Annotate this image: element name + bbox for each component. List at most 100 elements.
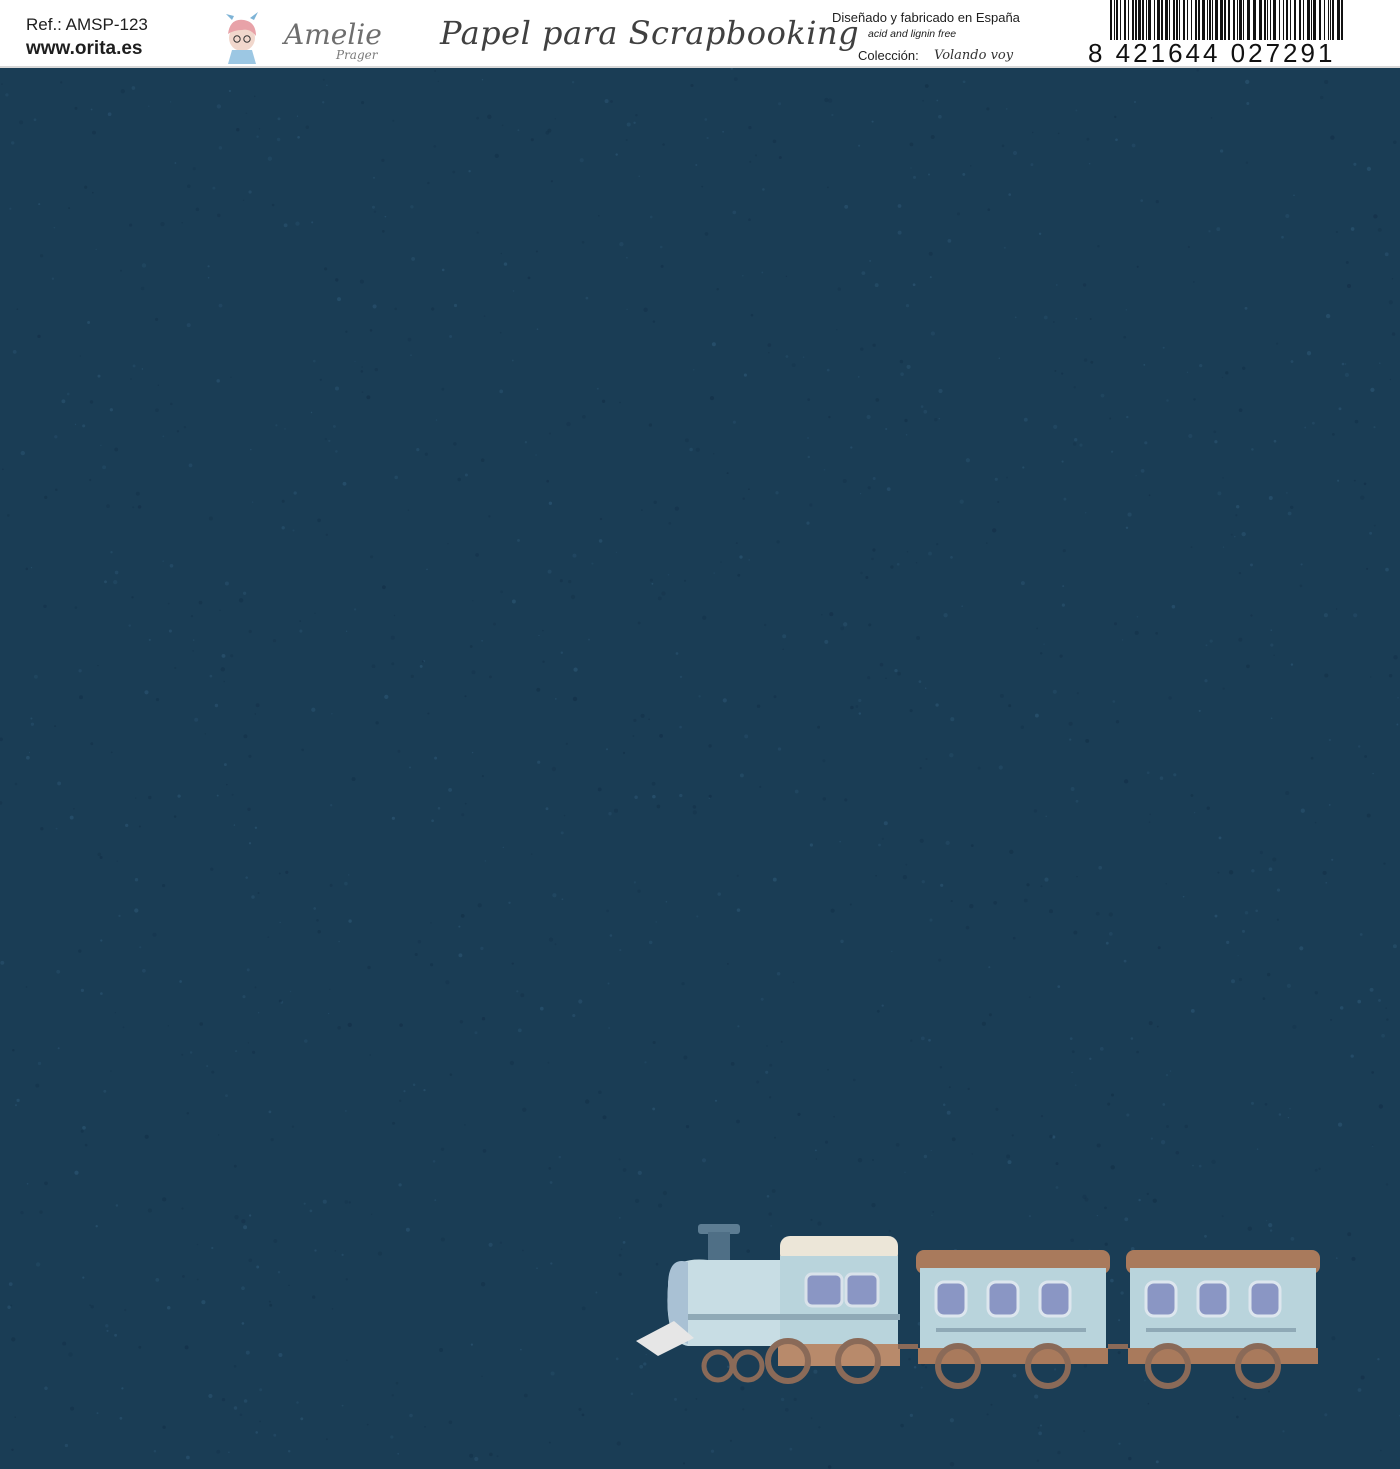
speckle xyxy=(1173,773,1177,777)
speckle xyxy=(714,1099,718,1102)
speckle xyxy=(708,744,712,748)
speckle xyxy=(792,981,795,983)
speckle xyxy=(1299,946,1304,951)
speckle xyxy=(1076,692,1079,695)
barcode-bar xyxy=(1330,0,1331,40)
speckle xyxy=(1110,450,1114,453)
speckle xyxy=(1182,895,1185,898)
barcode-bar xyxy=(1341,0,1343,40)
speckle xyxy=(11,1337,16,1342)
speckle xyxy=(155,698,160,702)
speckle xyxy=(449,1073,453,1076)
speckle xyxy=(1073,930,1078,935)
speckle xyxy=(578,999,583,1004)
speckle xyxy=(409,766,411,769)
speckle xyxy=(1262,997,1266,1000)
speckle xyxy=(910,167,912,169)
speckle xyxy=(986,107,990,111)
speckle xyxy=(1314,821,1317,824)
speckle xyxy=(267,156,273,161)
speckle xyxy=(1131,143,1136,148)
speckle xyxy=(289,990,292,993)
speckle xyxy=(174,162,177,164)
speckle xyxy=(397,1452,400,1455)
speckle xyxy=(372,176,376,179)
speckle xyxy=(1162,1103,1166,1106)
speckle xyxy=(1130,1037,1134,1040)
speckle xyxy=(28,751,31,754)
speckle xyxy=(285,870,289,874)
speckle xyxy=(1287,511,1292,516)
collection-value: Volando voy xyxy=(934,48,1014,63)
speckle xyxy=(1373,426,1376,429)
speckle xyxy=(1061,603,1065,607)
speckle xyxy=(412,1083,416,1087)
barcode-bar xyxy=(1154,0,1155,40)
speckle xyxy=(549,1181,553,1184)
speckle xyxy=(1222,477,1224,479)
speckle xyxy=(375,721,379,725)
speckle xyxy=(1008,704,1012,708)
speckle xyxy=(652,1041,656,1044)
speckle xyxy=(1053,321,1055,323)
speckle xyxy=(904,418,908,423)
barcode-bar xyxy=(1209,0,1211,40)
speckle xyxy=(458,925,461,928)
barcode-bar xyxy=(1270,0,1271,40)
speckle xyxy=(426,568,428,571)
speckle xyxy=(361,366,363,368)
speckle xyxy=(618,1158,621,1161)
speckle xyxy=(776,972,781,976)
speckle xyxy=(44,1181,48,1186)
speckle xyxy=(750,313,754,317)
speckle xyxy=(1040,1424,1042,1427)
speckle xyxy=(1036,1459,1040,1462)
speckle xyxy=(223,763,227,767)
speckle xyxy=(135,797,137,799)
speckle xyxy=(561,898,564,901)
speckle xyxy=(995,1107,999,1111)
barcode-bar xyxy=(1228,0,1230,40)
speckle xyxy=(1357,1388,1362,1392)
speckle xyxy=(131,86,136,90)
speckle xyxy=(377,1251,383,1256)
speckle xyxy=(1371,1144,1374,1147)
speckle xyxy=(279,921,281,924)
speckle xyxy=(939,1066,943,1069)
barcode-bar xyxy=(1290,0,1291,40)
speckle xyxy=(857,1158,863,1163)
speckle xyxy=(210,867,214,871)
speckle xyxy=(1314,1168,1318,1172)
speckle xyxy=(234,1215,239,1220)
speckle xyxy=(296,115,299,117)
speckle xyxy=(1380,1449,1382,1452)
speckle xyxy=(464,473,468,477)
speckle xyxy=(743,373,747,377)
speckle xyxy=(768,1096,772,1099)
barcode-bar xyxy=(1239,0,1242,40)
speckle xyxy=(1125,309,1128,311)
speckle xyxy=(243,734,248,739)
speckle xyxy=(1166,399,1169,402)
speckle xyxy=(258,128,261,130)
speckle xyxy=(936,543,939,546)
speckle xyxy=(370,555,374,559)
speckle xyxy=(270,1138,274,1142)
speckle xyxy=(692,805,697,809)
speckle xyxy=(596,387,599,390)
speckle xyxy=(1338,407,1342,411)
speckle xyxy=(885,677,887,680)
speckle xyxy=(1026,883,1030,887)
speckle xyxy=(928,1038,931,1042)
speckle xyxy=(524,441,528,444)
speckle xyxy=(1286,492,1288,494)
speckle xyxy=(897,230,902,235)
speckle xyxy=(1055,1186,1059,1189)
speckle xyxy=(359,279,364,284)
speckle xyxy=(662,143,665,146)
speckle xyxy=(741,274,744,277)
barcode-bar xyxy=(1332,0,1334,40)
speckle xyxy=(337,297,341,302)
speckle xyxy=(64,1443,69,1448)
speckle xyxy=(732,210,737,215)
